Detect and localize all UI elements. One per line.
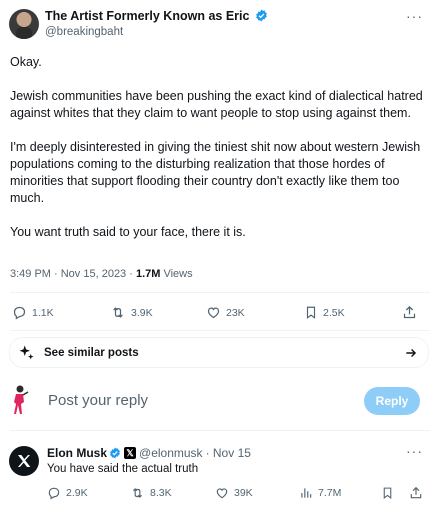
verified-badge-icon <box>256 9 267 22</box>
reply-date[interactable]: · Nov 15 <box>206 446 251 460</box>
repost-icon <box>133 488 142 498</box>
heart-icon <box>207 307 220 319</box>
arrow-right-icon <box>406 348 417 357</box>
divider <box>10 330 430 331</box>
share-action[interactable] <box>409 486 423 500</box>
user-avatar[interactable] <box>10 384 32 416</box>
bookmark-icon <box>306 306 316 319</box>
bookmark-action[interactable] <box>381 486 394 500</box>
like-action[interactable]: 23K <box>206 305 245 320</box>
post-body: Okay. Jewish communities have been pushi… <box>10 54 430 258</box>
author-avatar[interactable] <box>9 9 39 39</box>
verified-badge-icon <box>110 447 120 459</box>
views-count: 7.7M <box>318 487 342 499</box>
views-chart-icon <box>301 488 312 498</box>
repost-icon <box>113 307 123 318</box>
reply-author-avatar[interactable] <box>9 446 39 476</box>
post-paragraph: You want truth said to your face, there … <box>10 225 246 239</box>
divider <box>10 430 430 431</box>
reply-button[interactable]: Reply <box>364 387 420 415</box>
author-handle[interactable]: @breakingbaht <box>45 26 123 38</box>
repost-count: 8.3K <box>150 487 172 499</box>
heart-icon <box>216 488 228 499</box>
affiliate-badge[interactable]: 𝕏 <box>124 447 137 459</box>
see-similar-posts-button[interactable]: See similar posts <box>9 337 429 368</box>
bookmark-icon <box>383 487 392 499</box>
views-action[interactable]: 7.7M <box>299 486 341 500</box>
more-horizontal-icon[interactable]: ··· <box>406 443 423 459</box>
post-paragraph: Okay. <box>10 55 42 69</box>
share-icon <box>403 305 416 319</box>
reply-author-name[interactable]: Elon Musk <box>47 446 107 460</box>
reply-text: You have said the actual truth <box>47 463 199 475</box>
like-count: 23K <box>226 306 245 319</box>
post-meta: 3:49 PM · Nov 15, 2023 · 1.7M Views <box>10 268 193 280</box>
reply-count: 1.1K <box>32 306 54 319</box>
sparkle-icon <box>19 345 34 359</box>
reply-author-handle[interactable]: @elonmusk <box>139 446 203 460</box>
reply-icon <box>13 306 26 320</box>
bookmark-action[interactable]: 2.5K <box>304 305 345 320</box>
reply-actions: 2.9K 8.3K 39K 7.7M <box>47 486 427 502</box>
reply-input[interactable]: Post your reply <box>48 392 148 409</box>
bookmark-count: 2.5K <box>323 306 345 319</box>
post-actions: 1.1K 3.9K 23K 2.5K <box>10 305 430 321</box>
repost-action[interactable]: 8.3K <box>130 486 172 500</box>
reply-icon <box>48 487 60 500</box>
share-action[interactable] <box>402 305 417 320</box>
reply-author-row: Elon Musk 𝕏 @elonmusk · Nov 15 <box>47 446 251 460</box>
author-name[interactable]: The Artist Formerly Known as Eric <box>45 9 249 23</box>
post-paragraph: Jewish communities have been pushing the… <box>10 89 423 120</box>
post-timestamp[interactable]: 3:49 PM · Nov 15, 2023 · <box>10 268 136 280</box>
repost-count: 3.9K <box>131 306 153 319</box>
x-logo-icon <box>18 455 31 467</box>
divider <box>10 292 430 293</box>
author-name-row[interactable]: The Artist Formerly Known as Eric <box>45 9 268 23</box>
more-horizontal-icon[interactable]: ··· <box>406 8 423 24</box>
see-similar-posts-label: See similar posts <box>44 346 139 359</box>
views-count: 1.7M <box>135 268 161 280</box>
post-paragraph: I'm deeply disinterested in giving the t… <box>10 140 421 205</box>
reply-count: 2.9K <box>66 487 88 499</box>
reply-action[interactable]: 2.9K <box>47 486 88 500</box>
like-count: 39K <box>234 487 253 499</box>
share-icon <box>410 486 422 499</box>
like-action[interactable]: 39K <box>215 486 253 500</box>
reply-action[interactable]: 1.1K <box>12 305 54 320</box>
repost-action[interactable]: 3.9K <box>110 305 153 320</box>
views-label: Views <box>160 268 193 280</box>
